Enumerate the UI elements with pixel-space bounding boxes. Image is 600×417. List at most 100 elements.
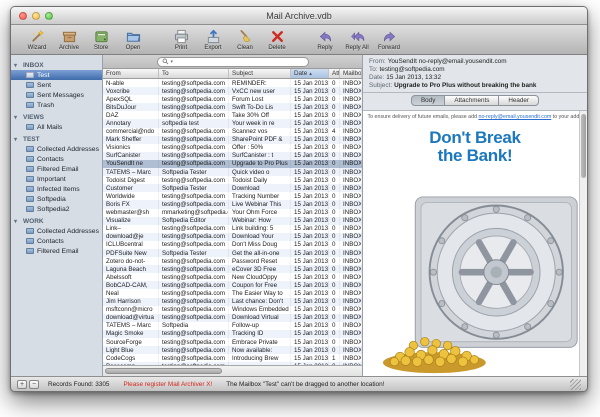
table-row[interactable]: Visualize Softpedia Editor Webinar: How 15 … [103, 216, 362, 225]
cell-date: 15 Jan 2013, [291, 297, 329, 306]
disclosure-triangle-icon[interactable]: ▾ [14, 218, 20, 225]
titlebar[interactable]: Mail Archive.vdb [11, 7, 587, 25]
store-button[interactable]: Store [87, 28, 115, 51]
table-row[interactable]: msftconn@micro testing@softpedia.com Windo… [103, 305, 362, 314]
search-input[interactable] [175, 57, 304, 66]
column-header-att[interactable]: Att [329, 69, 340, 78]
table-row[interactable]: webmaster@shmmarketing@softpedia.comYour… [103, 208, 362, 217]
sidebar-item-important[interactable]: Important [11, 174, 102, 184]
remove-mailbox-button[interactable]: − [29, 379, 39, 389]
preview-scrollbar[interactable] [579, 111, 587, 376]
horizontal-scrollbar[interactable] [103, 365, 362, 376]
table-row[interactable]: Neal testing@softpedia.com The Easier Way … [103, 289, 362, 298]
sidebar-item-all-mails[interactable]: All Mails [11, 122, 102, 132]
reply-button[interactable]: Reply [311, 28, 339, 51]
open-button[interactable]: Open [119, 28, 147, 51]
contacts-icon [26, 156, 34, 162]
sidebar-item-trash[interactable]: Trash [11, 100, 102, 110]
table-row[interactable]: BitsDuJour testing@softpedia.com Swift To-… [103, 103, 362, 112]
delete-button[interactable]: Delete [263, 28, 291, 51]
table-row[interactable]: PDFSuite New Softpedia Tester Get the all-… [103, 248, 362, 258]
table-row[interactable]: N-able testing@softpedia.com REMINDER: 15 J… [103, 79, 362, 88]
sidebar-item-test[interactable]: Test [11, 70, 102, 80]
close-button[interactable] [19, 11, 27, 20]
table-row[interactable]: Mark Sheffer testing@softpedia.com SharePo… [103, 135, 362, 144]
archive-button[interactable]: Archive [55, 28, 83, 51]
tab-attachments[interactable]: Attachments [445, 95, 500, 106]
search-scope-chevron-icon[interactable]: ▾ [171, 59, 174, 65]
resize-grip[interactable] [570, 378, 581, 390]
sidebar-item-contacts[interactable]: Contacts [11, 236, 102, 246]
message-list-pane: ▾ FromToSubjectDate▲AttMailbox N-abletes… [103, 55, 363, 376]
table-row[interactable]: Magic Smoke testing@softpedia.com Tracking… [103, 329, 362, 338]
table-row[interactable]: download@virtua testing@softpedia.com Down… [103, 313, 362, 322]
table-row[interactable]: Customer Softpedia Tester Download 15 Jan 2… [103, 184, 362, 193]
disclosure-triangle-icon[interactable]: ▾ [14, 62, 20, 69]
sidebar-item-softpedia2[interactable]: Softpedia2 [11, 204, 102, 214]
column-header-subject[interactable]: Subject [229, 69, 291, 78]
print-button[interactable]: Print [167, 28, 195, 51]
column-header-mailbox[interactable]: Mailbox [340, 69, 362, 78]
zoom-button[interactable] [45, 11, 53, 20]
sort-indicator-icon: ▲ [308, 71, 313, 76]
table-row[interactable]: SurfCanister testing@softpedia.com SurfCan… [103, 151, 362, 160]
table-row[interactable]: Worldwide testing@softpedia.com Tracking N… [103, 192, 362, 201]
table-row[interactable]: Visionics testing@softpedia.com Offer : 50… [103, 143, 362, 152]
table-row[interactable]: SourceForge testing@softpedia.com Embrace … [103, 338, 362, 347]
wizard-button[interactable]: Wizard [23, 28, 51, 51]
table-row[interactable]: YouSendIt ne testing@softpedia.com Upgrade… [103, 159, 362, 169]
sidebar-section-test[interactable]: ▾ TEST [11, 134, 102, 144]
table-row[interactable]: ApexSQL testing@softpedia.com Forum Lost 15… [103, 95, 362, 104]
table-row[interactable]: Abelssoft testing@softpedia.com New CloudO… [103, 273, 362, 282]
tab-header[interactable]: Header [499, 95, 539, 106]
table-row[interactable]: Jim Harrison testing@softpedia.com Last ch… [103, 297, 362, 306]
table-row[interactable]: Link– testing@softpedia.com Link building:… [103, 224, 362, 233]
table-row[interactable]: TATEMS – Marc Softpedia Tester Quick video… [103, 168, 362, 177]
sidebar-item-sent[interactable]: Sent [11, 80, 102, 90]
table-row[interactable]: Annotary softpedia test Your week in re 15 … [103, 119, 362, 128]
table-row[interactable]: Boris FX testing@softpedia.com Live Webina… [103, 200, 362, 209]
cell-mailbox: INBOX [340, 159, 362, 169]
sender-email-link[interactable]: no-reply@email.yousendit.com [479, 114, 552, 120]
add-mailbox-button[interactable]: + [17, 379, 27, 389]
sidebar-item-collected-addresses[interactable]: Collected Addresses [11, 144, 102, 154]
table-row[interactable]: ICLUBcentral testing@softpedia.com Don't M… [103, 240, 362, 249]
table-row[interactable]: Voxcribe testing@softpedia.com VxCC new us… [103, 87, 362, 96]
table-row[interactable]: Light Blue testing@softpedia.com Now avail… [103, 346, 362, 355]
disclosure-triangle-icon[interactable]: ▾ [14, 114, 20, 121]
forward-button[interactable]: Forward [375, 28, 403, 51]
table-row[interactable]: Todoist Digest testing@softpedia.com Todoi… [103, 176, 362, 185]
table-row[interactable]: CodeCogs testing@softpedia.com Introducing… [103, 354, 362, 363]
mailbox-icon [26, 82, 34, 88]
column-header-to[interactable]: To [159, 69, 229, 78]
tab-body[interactable]: Body [410, 95, 446, 106]
column-header-date[interactable]: Date ▲ [291, 69, 329, 78]
clean-button[interactable]: Clean [231, 28, 259, 51]
table-row[interactable]: download@je testing@softpedia.com Download… [103, 232, 362, 241]
cell-mailbox: INBOX [340, 216, 362, 225]
reply-all-button[interactable]: Reply All [343, 28, 371, 51]
scrollbar-thumb[interactable] [581, 114, 586, 178]
search-field[interactable]: ▾ [156, 56, 309, 67]
sidebar-item-filtered-email[interactable]: Filtered Email [11, 164, 102, 174]
sidebar-item-filtered-email[interactable]: Filtered Email [11, 246, 102, 256]
disclosure-triangle-icon[interactable]: ▾ [14, 136, 20, 143]
sidebar-item-collected-addresses[interactable]: Collected Addresses [11, 226, 102, 236]
table-row[interactable]: commercial@ndo testing@softpedia.com Scann… [103, 127, 362, 136]
sidebar-section-work[interactable]: ▾ WORK [11, 216, 102, 226]
table-row[interactable]: TATEMS – Marc Softpedia Follow-up 15 Jan 20… [103, 321, 362, 330]
table-row[interactable]: BobCAD-CAM, testing@softpedia.com Coupon f… [103, 281, 362, 290]
table-row[interactable]: Laguna Beach testing@softpedia.com eCover … [103, 265, 362, 274]
sidebar-section-inbox[interactable]: ▾ INBOX [11, 60, 102, 70]
sidebar-item-infected-items[interactable]: Infected Items [11, 184, 102, 194]
scrollbar-thumb[interactable] [105, 368, 222, 374]
sidebar-item-contacts[interactable]: Contacts [11, 154, 102, 164]
table-row[interactable]: Zotero do-not-testing@softpedia.com Passw… [103, 257, 362, 266]
sidebar-item-sent-messages[interactable]: Sent Messages [11, 90, 102, 100]
sidebar-section-views[interactable]: ▾ VIEWS [11, 112, 102, 122]
table-row[interactable]: DAZ testing@softpedia.com Take 30% Off 15 J… [103, 111, 362, 120]
minimize-button[interactable] [32, 11, 40, 20]
export-button[interactable]: Export [199, 28, 227, 51]
sidebar-item-softpedia[interactable]: Softpedia [11, 194, 102, 204]
column-header-from[interactable]: From [103, 69, 159, 78]
